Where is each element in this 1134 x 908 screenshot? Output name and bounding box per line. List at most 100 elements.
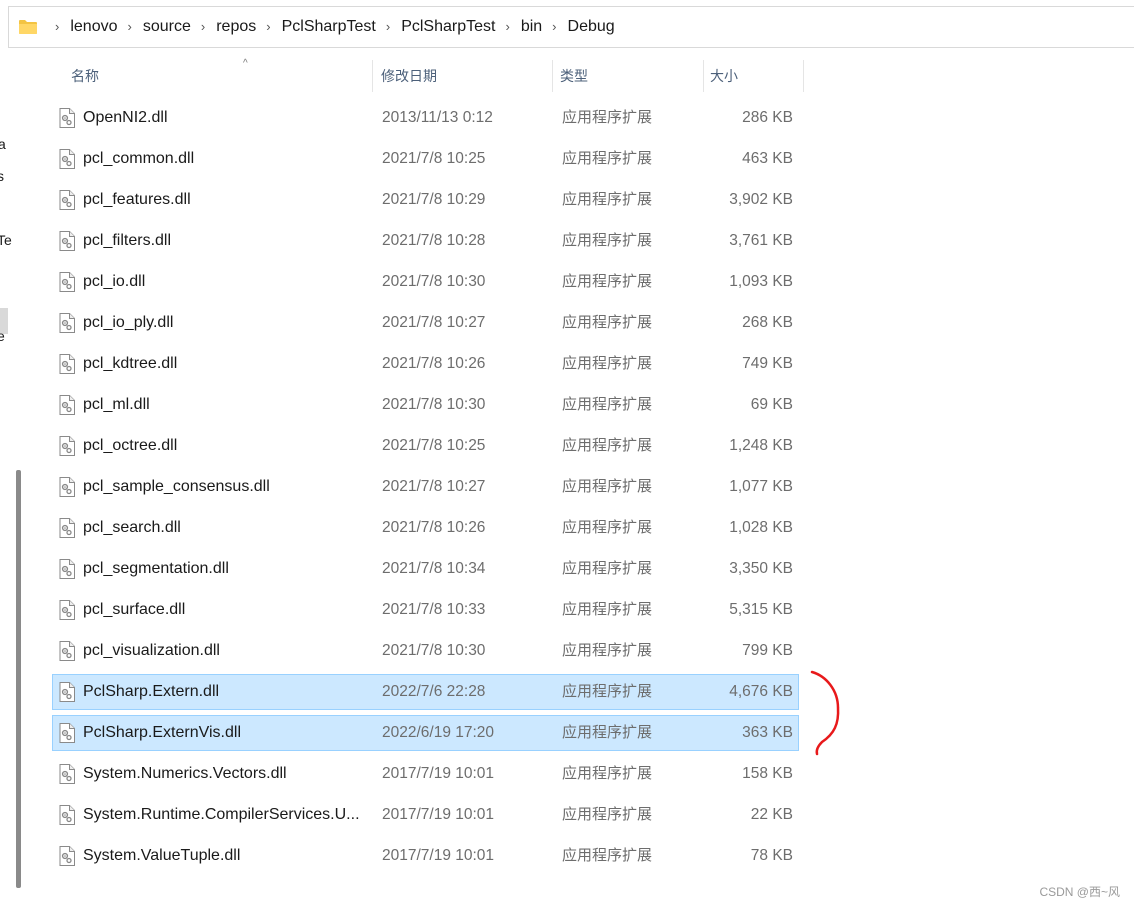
breadcrumb-item[interactable]: source <box>143 18 191 36</box>
file-row[interactable]: PclSharp.Extern.dll 2022/7/6 22:28 应用程序扩展 4… <box>52 674 799 710</box>
file-type: 应用程序扩展 <box>562 109 653 126</box>
chevron-right-icon[interactable]: › <box>201 19 205 34</box>
dll-file-icon <box>59 313 75 333</box>
file-type: 应用程序扩展 <box>562 519 653 536</box>
file-size: 158 KB <box>742 765 793 782</box>
file-name: PclSharp.ExternVis.dll <box>83 724 241 741</box>
dll-file-icon <box>59 805 75 825</box>
file-type: 应用程序扩展 <box>562 478 653 495</box>
file-name: pcl_io.dll <box>83 273 146 290</box>
chevron-right-icon[interactable]: › <box>552 19 556 34</box>
file-row[interactable]: pcl_surface.dll 2021/7/8 10:33 应用程序扩展 5,315… <box>52 592 799 628</box>
file-name: pcl_kdtree.dll <box>83 355 178 372</box>
file-date-modified: 2021/7/8 10:26 <box>382 519 486 536</box>
nav-scrollbar-thumb[interactable] <box>16 470 21 888</box>
dll-file-icon <box>59 354 75 374</box>
breadcrumb-item[interactable]: PclSharpTest <box>401 18 495 36</box>
breadcrumb: › lenovo › source › repos › PclSharpTest › PclSha… <box>45 7 615 47</box>
file-name: pcl_segmentation.dll <box>83 560 229 577</box>
file-name: OpenNI2.dll <box>83 109 168 126</box>
chevron-right-icon[interactable]: › <box>128 19 132 34</box>
file-row[interactable]: pcl_io_ply.dll 2021/7/8 10:27 应用程序扩展 268 KB <box>52 305 799 341</box>
column-divider[interactable] <box>703 60 704 92</box>
file-size: 1,028 KB <box>729 519 793 536</box>
file-name: pcl_sample_consensus.dll <box>83 478 270 495</box>
dll-file-icon <box>59 272 75 292</box>
column-header-size[interactable]: 大小 <box>710 58 738 94</box>
file-name: pcl_features.dll <box>83 191 191 208</box>
nav-item-fragment[interactable]: e <box>0 328 5 344</box>
column-header-date[interactable]: 修改日期 <box>381 58 437 94</box>
file-type: 应用程序扩展 <box>562 724 653 741</box>
file-date-modified: 2021/7/8 10:34 <box>382 560 486 577</box>
file-type: 应用程序扩展 <box>562 232 653 249</box>
dll-file-icon <box>59 477 75 497</box>
file-date-modified: 2022/6/19 17:20 <box>382 724 495 741</box>
column-divider[interactable] <box>372 60 373 92</box>
nav-item-fragment[interactable]: Te <box>0 232 12 248</box>
file-date-modified: 2021/7/8 10:26 <box>382 355 486 372</box>
column-header-type[interactable]: 类型 <box>560 58 588 94</box>
column-headers: ^ 名称 修改日期 类型 大小 <box>32 58 804 94</box>
file-size: 3,902 KB <box>729 191 793 208</box>
chevron-right-icon[interactable]: › <box>386 19 390 34</box>
column-divider[interactable] <box>803 60 804 92</box>
file-size: 463 KB <box>742 150 793 167</box>
chevron-right-icon[interactable]: › <box>505 19 509 34</box>
file-size: 286 KB <box>742 109 793 126</box>
file-date-modified: 2021/7/8 10:27 <box>382 478 486 495</box>
file-type: 应用程序扩展 <box>562 642 653 659</box>
file-date-modified: 2017/7/19 10:01 <box>382 765 495 782</box>
breadcrumb-item[interactable]: Debug <box>568 18 615 36</box>
breadcrumb-item[interactable]: bin <box>521 18 542 36</box>
red-bracket-annotation <box>810 670 840 756</box>
column-divider[interactable] <box>552 60 553 92</box>
dll-file-icon <box>59 846 75 866</box>
column-header-name[interactable]: 名称 <box>71 58 99 94</box>
file-type: 应用程序扩展 <box>562 437 653 454</box>
file-row[interactable]: System.Runtime.CompilerServices.U... 2017… <box>52 797 799 833</box>
file-date-modified: 2021/7/8 10:29 <box>382 191 486 208</box>
file-size: 799 KB <box>742 642 793 659</box>
file-row[interactable]: System.Numerics.Vectors.dll 2017/7/19 10:… <box>52 756 799 792</box>
dll-file-icon <box>59 395 75 415</box>
file-row[interactable]: System.ValueTuple.dll 2017/7/19 10:01 应用程序… <box>52 838 799 874</box>
nav-item-fragment[interactable]: a <box>0 136 6 152</box>
file-date-modified: 2021/7/8 10:28 <box>382 232 486 249</box>
file-name: pcl_ml.dll <box>83 396 150 413</box>
dll-file-icon <box>59 641 75 661</box>
breadcrumb-item[interactable]: repos <box>216 18 256 36</box>
chevron-right-icon[interactable]: › <box>55 19 59 34</box>
chevron-right-icon[interactable]: › <box>266 19 270 34</box>
file-row[interactable]: pcl_sample_consensus.dll 2021/7/8 10:27 应用… <box>52 469 799 505</box>
breadcrumb-item[interactable]: PclSharpTest <box>282 18 376 36</box>
file-row[interactable]: pcl_ml.dll 2021/7/8 10:30 应用程序扩展 69 KB <box>52 387 799 423</box>
file-size: 363 KB <box>742 724 793 741</box>
file-size: 268 KB <box>742 314 793 331</box>
file-size: 3,761 KB <box>729 232 793 249</box>
file-row[interactable]: pcl_io.dll 2021/7/8 10:30 应用程序扩展 1,093 KB <box>52 264 799 300</box>
address-bar[interactable]: › lenovo › source › repos › PclSharpTest › PclSha… <box>8 6 1134 48</box>
file-row[interactable]: pcl_common.dll 2021/7/8 10:25 应用程序扩展 463 KB <box>52 141 799 177</box>
file-row[interactable]: pcl_visualization.dll 2021/7/8 10:30 应用程序扩… <box>52 633 799 669</box>
breadcrumb-item[interactable]: lenovo <box>70 18 117 36</box>
file-row[interactable]: pcl_segmentation.dll 2021/7/8 10:34 应用程序扩展… <box>52 551 799 587</box>
file-size: 4,676 KB <box>729 683 793 700</box>
file-row[interactable]: OpenNI2.dll 2013/11/13 0:12 应用程序扩展 286 KB <box>52 100 799 136</box>
file-name: pcl_search.dll <box>83 519 181 536</box>
file-name: System.Numerics.Vectors.dll <box>83 765 287 782</box>
file-row[interactable]: pcl_search.dll 2021/7/8 10:26 应用程序扩展 1,028 … <box>52 510 799 546</box>
file-size: 3,350 KB <box>729 560 793 577</box>
file-row[interactable]: PclSharp.ExternVis.dll 2022/6/19 17:20 应用程… <box>52 715 799 751</box>
file-date-modified: 2021/7/8 10:27 <box>382 314 486 331</box>
file-name: System.Runtime.CompilerServices.U... <box>83 806 360 823</box>
file-name: pcl_surface.dll <box>83 601 186 618</box>
file-row[interactable]: pcl_filters.dll 2021/7/8 10:28 应用程序扩展 3,761… <box>52 223 799 259</box>
nav-item-fragment[interactable]: s <box>0 168 4 184</box>
file-row[interactable]: pcl_kdtree.dll 2021/7/8 10:26 应用程序扩展 749 KB <box>52 346 799 382</box>
file-row[interactable]: pcl_octree.dll 2021/7/8 10:25 应用程序扩展 1,248 … <box>52 428 799 464</box>
dll-file-icon <box>59 231 75 251</box>
file-date-modified: 2013/11/13 0:12 <box>382 109 493 126</box>
file-size: 69 KB <box>750 396 793 413</box>
file-row[interactable]: pcl_features.dll 2021/7/8 10:29 应用程序扩展 3,90… <box>52 182 799 218</box>
